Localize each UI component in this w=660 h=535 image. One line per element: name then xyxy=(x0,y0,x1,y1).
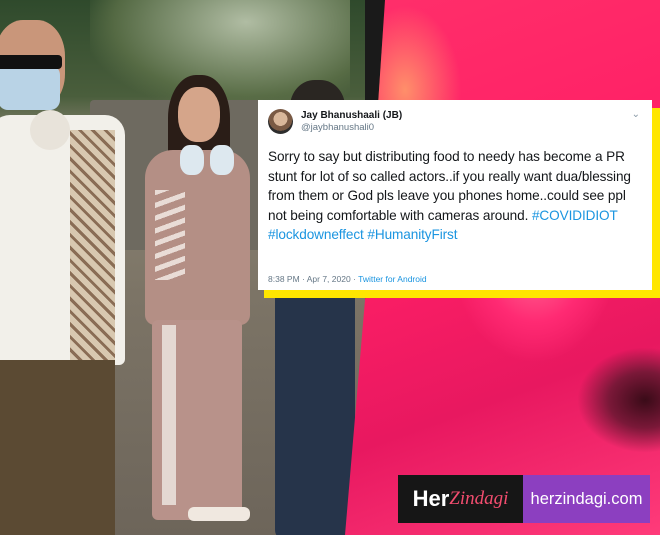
site-url-text: herzindagi.com xyxy=(530,489,643,508)
chevron-down-icon[interactable]: ⌄ xyxy=(632,109,640,120)
logo-her-text: Her xyxy=(412,486,450,511)
herzindagi-logo: Her Zindagi herzindagi.com xyxy=(398,475,650,523)
tweet-author-handle[interactable]: @jaybhanushali0 xyxy=(301,122,402,134)
tweet-text: Sorry to say but distributing food to ne… xyxy=(268,147,642,245)
hashtag-link[interactable]: #COVIDIDIOT xyxy=(532,208,618,223)
tweet-card[interactable]: Jay Bhanushaali (JB) @jaybhanushali0 ⌄ S… xyxy=(258,100,652,290)
hashtag-link[interactable]: #lockdowneffect xyxy=(268,227,364,242)
logo-zindagi-text: Zindagi xyxy=(449,488,509,509)
tweet-source-link[interactable]: Twitter for Android xyxy=(358,274,427,284)
tweet-timestamp[interactable]: 8:38 PM · Apr 7, 2020 · xyxy=(268,274,358,284)
tweet-author-name[interactable]: Jay Bhanushaali (JB) xyxy=(301,110,402,122)
woman-figure xyxy=(140,75,255,535)
hashtag-link[interactable]: #HumanityFirst xyxy=(367,227,457,242)
logo-site-url: herzindagi.com xyxy=(523,475,650,523)
man-figure xyxy=(0,20,140,535)
logo-wordmark: Her Zindagi xyxy=(398,475,523,523)
tweet-header: Jay Bhanushaali (JB) @jaybhanushali0 xyxy=(268,109,642,134)
face-mask xyxy=(0,65,60,110)
tweet-meta: 8:38 PM · Apr 7, 2020 · Twitter for Andr… xyxy=(268,274,427,284)
avatar[interactable] xyxy=(268,109,293,134)
